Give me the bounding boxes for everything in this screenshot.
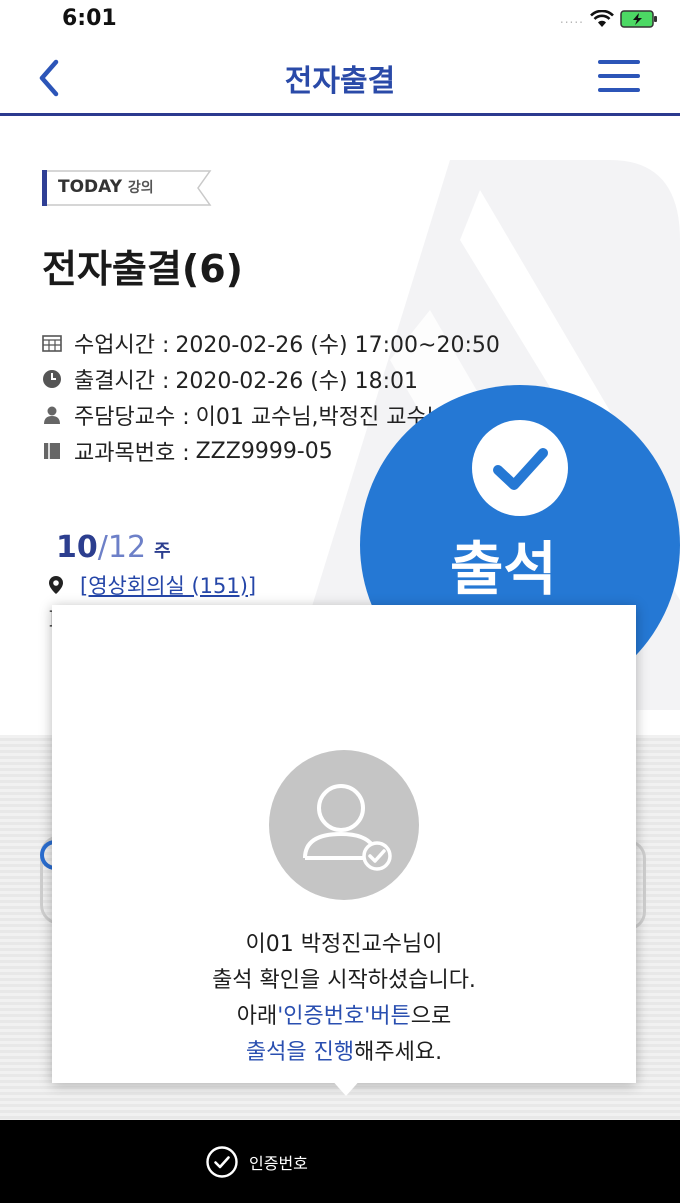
hamburger-line (598, 60, 640, 64)
check-icon (472, 420, 568, 516)
status-time: 6:01 (62, 6, 117, 31)
nav-bar: 전자출결 (0, 44, 680, 116)
signal-icon: ..... (559, 12, 584, 26)
location-link[interactable]: [영상회의실 (151)] (80, 570, 256, 600)
popup-line-3: 아래'인증번호'버튼으로 (52, 999, 636, 1035)
calendar-icon (42, 335, 62, 352)
lecture-label: 강의 (127, 180, 154, 196)
info-label: 주담당교수 : (74, 405, 190, 430)
user-check-icon (303, 784, 392, 871)
hamburger-line (598, 74, 640, 78)
info-value: 이01 교수님,박정진 교수님 (195, 405, 447, 430)
book-icon (44, 443, 60, 459)
popup-line-2: 출석 확인을 시작하셨습니다. (212, 968, 476, 993)
popup-line-3-suffix: 으로 (410, 1004, 452, 1029)
week-total: /12 (97, 530, 147, 565)
week-unit: 주 (154, 541, 171, 562)
info-value: ZZZ9999-05 (195, 438, 333, 464)
popup-message: 이01 박정진교수님이 출석 확인을 시작하셨습니다. 아래'인증번호'버튼으로… (52, 927, 636, 1071)
location-pin-icon (49, 576, 63, 594)
popup-line-3-prefix: 아래 (236, 1004, 278, 1029)
battery-icon (620, 9, 658, 29)
popup-line-4: 출석을 진행해주세요. (52, 1035, 636, 1071)
week-indicator: 10/12 주 (56, 530, 171, 565)
popup-line-3-highlight: '인증번호'버튼 (277, 1004, 411, 1029)
check-circle-icon (206, 1146, 238, 1178)
attendance-popup: 이01 박정진교수님이 출석 확인을 시작하셨습니다. 아래'인증번호'버튼으로… (52, 605, 636, 1083)
info-attendance-time: 출결시간 : 2020-02-26 (수) 18:01 (42, 361, 500, 397)
page-title: 전자출결 (284, 64, 396, 99)
hamburger-line (598, 88, 640, 92)
wifi-icon (590, 10, 614, 28)
info-value: 2020-02-26 (수) 18:01 (175, 369, 419, 394)
location[interactable]: [영상회의실 (151)] (48, 570, 256, 600)
person-icon (44, 406, 60, 424)
clock-icon (43, 370, 61, 388)
popup-line-1: 이01 박정진교수님이 (245, 932, 443, 957)
week-current: 10 (56, 530, 98, 565)
attendance-label: 출석 (450, 535, 557, 603)
auth-number-label: 인증번호 (249, 1154, 308, 1173)
tag-bar (42, 170, 47, 206)
avatar (269, 750, 419, 900)
bottom-bar: 인증번호 (0, 1120, 680, 1203)
info-value: 2020-02-26 (수) 17:00~20:50 (175, 333, 500, 358)
auth-number-button[interactable]: 인증번호 (205, 1144, 308, 1180)
today-tag: TODAY 강의 (42, 170, 212, 206)
popup-line-4-highlight: 출석을 진행 (245, 1040, 355, 1065)
info-label: 출결시간 : (74, 369, 170, 394)
info-class-time: 수업시간 : 2020-02-26 (수) 17:00~20:50 (42, 325, 500, 361)
status-icons: ..... (560, 8, 658, 30)
info-label: 교과목번호 : (74, 441, 190, 466)
popup-pointer (330, 1078, 362, 1096)
info-label: 수업시간 : (74, 333, 170, 358)
menu-button[interactable] (598, 60, 640, 96)
status-bar: 6:01 ..... (0, 0, 680, 44)
today-label: TODAY (58, 177, 122, 197)
lecture-title: 전자출결(6) (42, 247, 244, 291)
popup-line-4-suffix: 해주세요. (354, 1040, 443, 1065)
